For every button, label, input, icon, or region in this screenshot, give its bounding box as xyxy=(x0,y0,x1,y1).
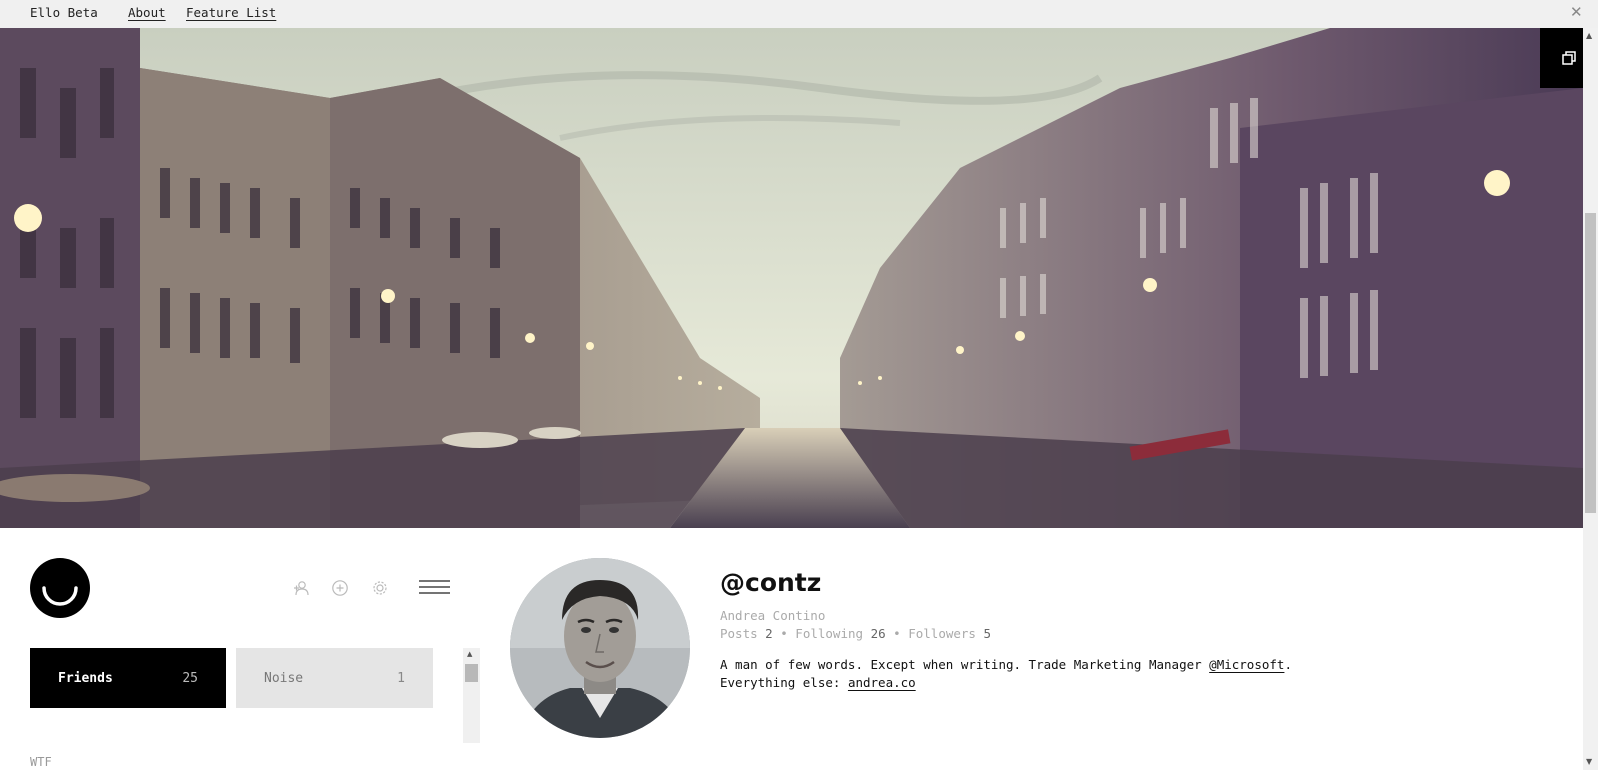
stat-followers-label: Followers xyxy=(908,626,976,641)
stat-following[interactable]: Following 26 xyxy=(795,626,885,641)
page-scrollbar[interactable]: ▲ ▼ xyxy=(1583,28,1598,770)
sidebar-scrollbar-thumb[interactable] xyxy=(465,664,478,682)
stat-followers[interactable]: Followers 5 xyxy=(908,626,991,641)
stat-separator: • xyxy=(780,626,788,641)
bio-microsoft-link[interactable]: @Microsoft xyxy=(1209,657,1284,672)
nav-about-link[interactable]: About xyxy=(128,5,166,20)
sidebar-scroll-up-icon[interactable]: ▲ xyxy=(467,650,472,658)
tab-noise-label: Noise xyxy=(264,670,304,686)
scroll-down-arrow-icon[interactable]: ▼ xyxy=(1586,757,1592,766)
tab-noise-count: 1 xyxy=(397,670,405,686)
avatar-photo xyxy=(510,558,690,738)
close-icon[interactable]: ✕ xyxy=(1570,3,1583,21)
stat-separator: • xyxy=(893,626,901,641)
hamburger-menu-icon[interactable] xyxy=(419,580,450,594)
smile-icon xyxy=(42,586,78,606)
profile-username: @contz xyxy=(720,568,822,597)
page-scrollbar-thumb[interactable] xyxy=(1585,213,1596,513)
gear-icon[interactable] xyxy=(371,579,389,597)
wtf-section-label: WTF xyxy=(30,755,52,769)
bio-website-link[interactable]: andrea.co xyxy=(848,675,916,690)
stat-followers-count: 5 xyxy=(983,626,992,641)
plus-circle-icon[interactable] xyxy=(331,579,349,597)
avatar[interactable] xyxy=(510,558,690,738)
ello-smile-logo[interactable] xyxy=(30,558,90,618)
bio-line-1: A man of few words. Except when writing.… xyxy=(720,656,1400,674)
profile-bio: A man of few words. Except when writing.… xyxy=(720,656,1400,692)
tab-noise[interactable]: Noise 1 xyxy=(236,648,433,708)
canal-cityscape-image xyxy=(0,28,1583,528)
cover-image xyxy=(0,28,1583,528)
tab-friends[interactable]: Friends 25 xyxy=(30,648,226,708)
brand-title[interactable]: Ello Beta xyxy=(30,5,98,20)
nav-feature-list-link[interactable]: Feature List xyxy=(186,5,276,20)
profile-stats: Posts 2 • Following 26 • Followers 5 xyxy=(720,626,991,641)
sidebar-scrollbar[interactable]: ▲ xyxy=(463,648,480,743)
stat-posts-count: 2 xyxy=(765,626,773,641)
scroll-up-arrow-icon[interactable]: ▲ xyxy=(1586,31,1592,40)
add-person-icon[interactable] xyxy=(292,579,310,597)
stat-posts-label: Posts xyxy=(720,626,758,641)
bio-text-end: . xyxy=(1284,657,1292,672)
bio-text: A man of few words. Except when writing.… xyxy=(720,657,1210,672)
stat-following-count: 26 xyxy=(870,626,886,641)
tab-friends-label: Friends xyxy=(58,670,113,686)
tab-friends-count: 25 xyxy=(182,670,198,686)
bio-line-2: Everything else: andrea.co xyxy=(720,674,1400,692)
stat-following-label: Following xyxy=(795,626,864,641)
stat-posts[interactable]: Posts 2 xyxy=(720,626,773,641)
profile-full-name: Andrea Contino xyxy=(720,608,826,623)
overlap-squares-icon xyxy=(1562,51,1576,65)
top-bar: Ello Beta About Feature List ✕ xyxy=(0,0,1598,28)
bio-text: Everything else: xyxy=(720,675,848,690)
